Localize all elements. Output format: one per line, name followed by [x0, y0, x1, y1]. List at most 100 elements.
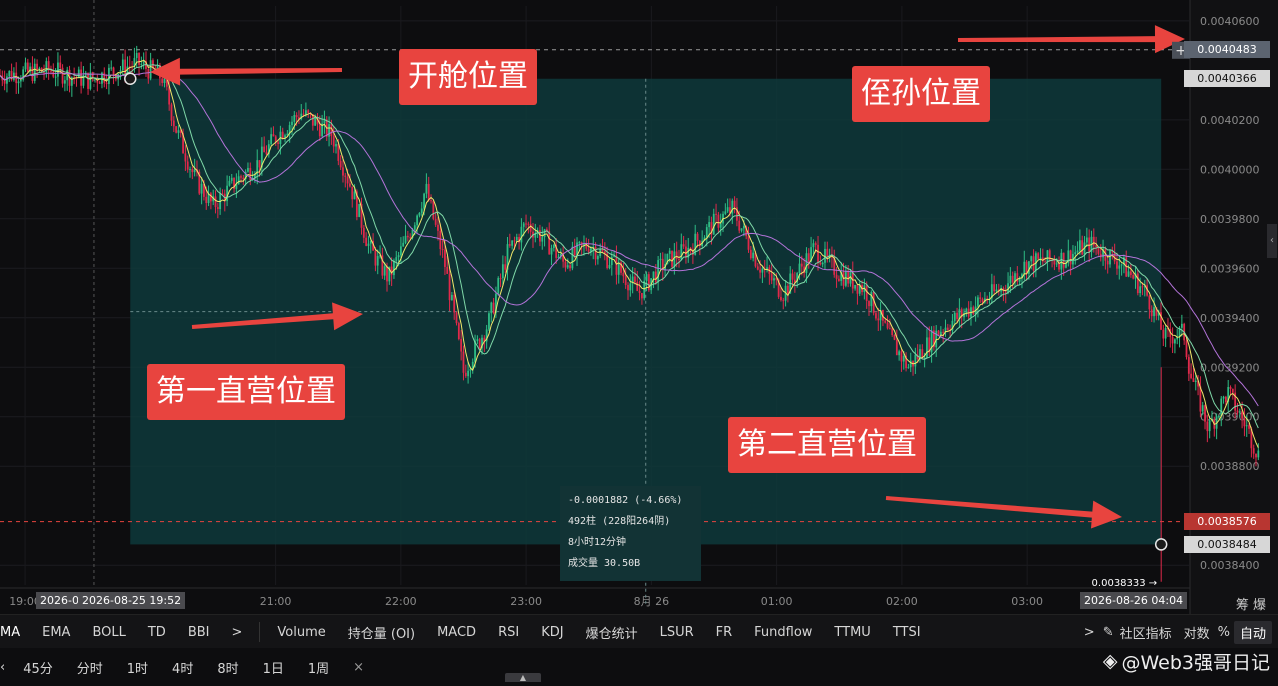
- candle-body: [615, 255, 618, 275]
- interval-45m[interactable]: 45分: [11, 658, 65, 677]
- candle-body: [1190, 373, 1193, 379]
- candle-body: [819, 262, 822, 265]
- candle-body: [318, 124, 321, 137]
- candle-body: [1255, 453, 1257, 458]
- more-main-indicators-icon[interactable]: >: [220, 625, 253, 640]
- x-tick-label: 02:00: [886, 595, 918, 608]
- candle-body: [1053, 260, 1056, 265]
- candle-body: [742, 226, 745, 229]
- candle-body: [893, 334, 896, 340]
- x-tick-label: 23:00: [510, 595, 542, 608]
- candle-body: [717, 214, 720, 228]
- candle-body: [712, 213, 715, 235]
- indicator-ttmu[interactable]: TTMU: [823, 625, 881, 640]
- candle-body: [59, 62, 62, 68]
- interval-prev-icon[interactable]: ‹: [0, 660, 11, 675]
- candle-body: [1037, 253, 1040, 259]
- percent-scale-toggle[interactable]: %: [1214, 625, 1234, 640]
- log-scale-toggle[interactable]: 对数: [1180, 623, 1214, 642]
- candle-body: [657, 260, 660, 283]
- candle-body: [57, 62, 59, 77]
- edit-icon[interactable]: ✎: [1099, 625, 1118, 640]
- candle-body: [654, 271, 657, 283]
- candle-body: [1085, 237, 1088, 243]
- candle-body: [492, 302, 495, 314]
- candle-body: [907, 367, 910, 369]
- x-axis-clip-tag: 2026-0: [36, 592, 83, 609]
- candle-body: [895, 339, 898, 356]
- candle-body: [1004, 291, 1007, 293]
- candle-body: [634, 276, 636, 282]
- community-indicators-button[interactable]: 社区指标: [1118, 623, 1180, 642]
- interval-1d[interactable]: 1日: [251, 658, 296, 677]
- indicator-macd[interactable]: MACD: [426, 625, 487, 640]
- candle-body: [1069, 250, 1072, 265]
- indicator-lsur[interactable]: LSUR: [649, 625, 705, 640]
- candle-body: [953, 312, 956, 321]
- price-tag: 0.0040366: [1184, 70, 1270, 88]
- candle-body: [719, 223, 722, 228]
- indicator-fundflow[interactable]: Fundflow: [743, 625, 823, 640]
- indicator-kdj[interactable]: KDJ: [530, 625, 574, 640]
- candle-body: [752, 252, 755, 259]
- candle-body: [1097, 246, 1100, 254]
- collapse-panel-icon[interactable]: ‹: [1267, 224, 1277, 258]
- indicator-liquidation[interactable]: 爆仓统计: [575, 623, 649, 642]
- candle-body: [622, 272, 625, 277]
- candle-body: [868, 300, 870, 307]
- interval-8h[interactable]: 8时: [205, 658, 250, 677]
- side-panel-tabs[interactable]: 筹 爆: [1236, 594, 1266, 613]
- y-tick-label: 0.0040000: [1200, 163, 1260, 176]
- interval-close-icon[interactable]: ×: [341, 660, 376, 675]
- candle-body: [110, 67, 113, 69]
- indicator-volume[interactable]: Volume: [266, 625, 336, 640]
- candle-body: [759, 269, 761, 273]
- candle-body: [1245, 425, 1248, 427]
- indicator-oi[interactable]: 持仓量 (OI): [337, 623, 426, 642]
- candle-body: [1046, 250, 1049, 262]
- candle-body: [216, 207, 219, 210]
- indicator-fr[interactable]: FR: [705, 625, 744, 640]
- candle-body: [844, 271, 847, 286]
- candle-body: [1153, 307, 1155, 317]
- candle-body: [455, 312, 458, 324]
- candle-body: [409, 237, 412, 239]
- indicator-boll[interactable]: BOLL: [81, 625, 136, 640]
- candle-body: [476, 339, 479, 341]
- candle-body: [501, 264, 504, 279]
- candle-body: [800, 263, 803, 267]
- indicator-ma[interactable]: MA: [0, 625, 31, 640]
- indicator-ema[interactable]: EMA: [31, 625, 81, 640]
- auto-scale-button[interactable]: 自动: [1233, 620, 1272, 644]
- candle-body: [726, 207, 729, 212]
- candle-body: [272, 134, 275, 137]
- candle-body: [265, 152, 268, 155]
- interval-line[interactable]: 分时: [65, 658, 115, 677]
- x-tick-label: 03:00: [1011, 595, 1043, 608]
- candle-body: [349, 183, 351, 187]
- candle-body: [643, 280, 646, 299]
- panel-resize-handle[interactable]: ▲: [505, 673, 541, 682]
- interval-1h[interactable]: 1时: [115, 658, 160, 677]
- more-sub-indicators-icon[interactable]: >: [1080, 625, 1099, 640]
- candle-body: [993, 284, 996, 292]
- candle-body: [817, 244, 819, 263]
- interval-4h[interactable]: 4时: [160, 658, 205, 677]
- indicator-ttsi[interactable]: TTSI: [882, 625, 932, 640]
- candle-body: [1011, 275, 1014, 283]
- x-tick-label: 22:00: [385, 595, 417, 608]
- candle-body: [26, 62, 29, 72]
- measure-tooltip: -0.0001882 (-4.66%) 492柱 (228阳264阴) 8小时1…: [560, 486, 701, 581]
- indicator-td[interactable]: TD: [137, 625, 177, 640]
- candle-body: [596, 256, 599, 260]
- candle-body: [339, 160, 342, 168]
- indicator-bbi[interactable]: BBI: [177, 625, 221, 640]
- candle-body: [54, 76, 57, 78]
- candle-body: [1060, 252, 1063, 270]
- candle-body: [103, 72, 106, 83]
- candle-body: [956, 312, 958, 319]
- interval-1w[interactable]: 1周: [296, 658, 341, 677]
- indicator-rsi[interactable]: RSI: [487, 625, 530, 640]
- candle-body: [854, 284, 857, 289]
- candle-body: [293, 115, 296, 122]
